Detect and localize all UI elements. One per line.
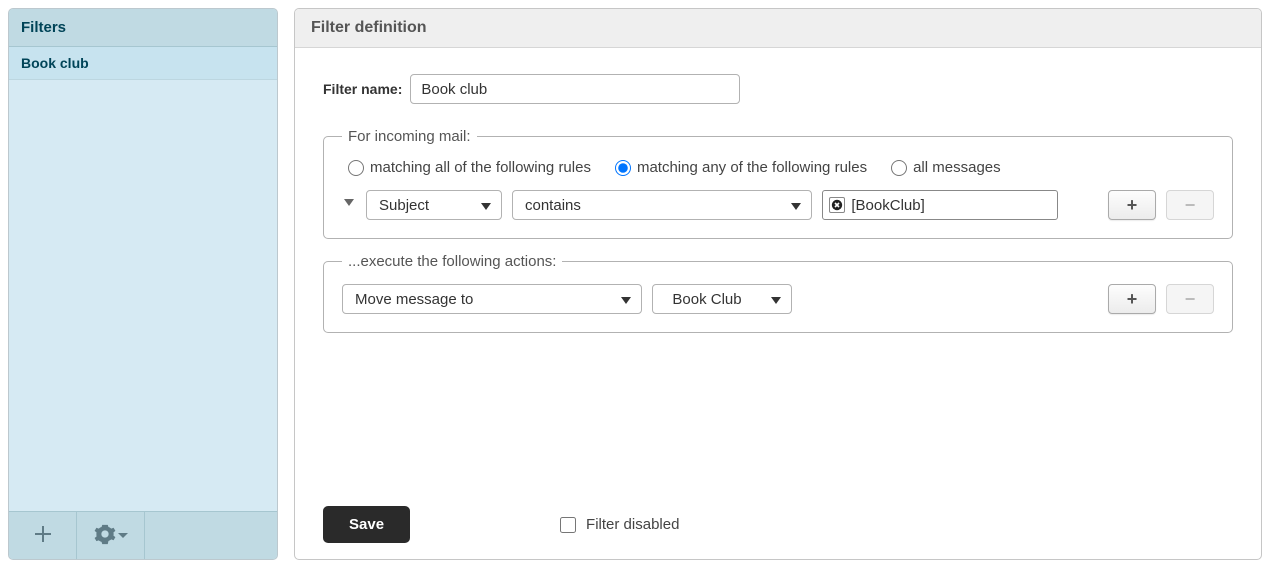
rule-expand-toggle[interactable] [344,199,354,211]
chevron-down-icon [118,528,128,544]
rule-operator-value: contains [525,197,581,214]
filters-sidebar: Filters Book club [8,8,278,560]
add-action-button[interactable]: + [1108,284,1156,314]
rule-value-input[interactable] [851,197,1049,214]
filter-disabled-label: Filter disabled [586,516,679,533]
match-all-label: matching all of the following rules [370,159,591,176]
minus-icon: − [1185,195,1196,216]
filter-disabled-checkbox-input[interactable] [560,517,576,533]
action-target-select[interactable]: Book Club [652,284,792,314]
filters-list: Book club [9,47,277,511]
sidebar-title: Filters [9,9,277,47]
panel-title: Filter definition [295,9,1261,48]
actions-fieldset: ...execute the following actions: Move m… [323,253,1233,333]
remove-action-button: − [1166,284,1214,314]
gear-icon [94,523,116,548]
plus-icon: + [1127,195,1138,216]
filter-disabled-checkbox[interactable]: Filter disabled [560,516,679,533]
filter-list-item-label: Book club [21,55,89,71]
rule-value-wrap [822,190,1058,220]
match-any-label: matching any of the following rules [637,159,867,176]
filter-definition-panel: Filter definition Filter name: For incom… [294,8,1262,560]
rule-field-value: Subject [379,197,429,214]
match-all-radio[interactable]: matching all of the following rules [348,159,591,176]
sidebar-toolbar [9,511,277,559]
remove-rule-button: − [1166,190,1214,220]
match-any-radio[interactable]: matching any of the following rules [615,159,867,176]
filter-options-button[interactable] [77,512,145,559]
rule-field-select[interactable]: Subject [366,190,502,220]
filter-name-input[interactable] [410,74,740,104]
all-messages-radio[interactable]: all messages [891,159,1001,176]
actions-legend: ...execute the following actions: [342,253,562,270]
rules-fieldset: For incoming mail: matching all of the f… [323,128,1233,239]
add-filter-button[interactable] [9,512,77,559]
save-button[interactable]: Save [323,506,410,543]
all-messages-radio-input[interactable] [891,160,907,176]
minus-icon: − [1185,289,1196,310]
match-all-radio-input[interactable] [348,160,364,176]
plus-icon: + [1127,289,1138,310]
action-type-select[interactable]: Move message to [342,284,642,314]
rules-legend: For incoming mail: [342,128,477,145]
plus-icon [33,524,53,547]
clear-input-icon[interactable] [829,197,845,213]
action-type-value: Move message to [355,291,473,308]
match-any-radio-input[interactable] [615,160,631,176]
all-messages-label: all messages [913,159,1001,176]
action-target-value: Book Club [672,291,741,308]
filter-list-item[interactable]: Book club [9,47,277,80]
add-rule-button[interactable]: + [1108,190,1156,220]
rule-operator-select[interactable]: contains [512,190,812,220]
filter-name-label: Filter name: [323,81,402,97]
